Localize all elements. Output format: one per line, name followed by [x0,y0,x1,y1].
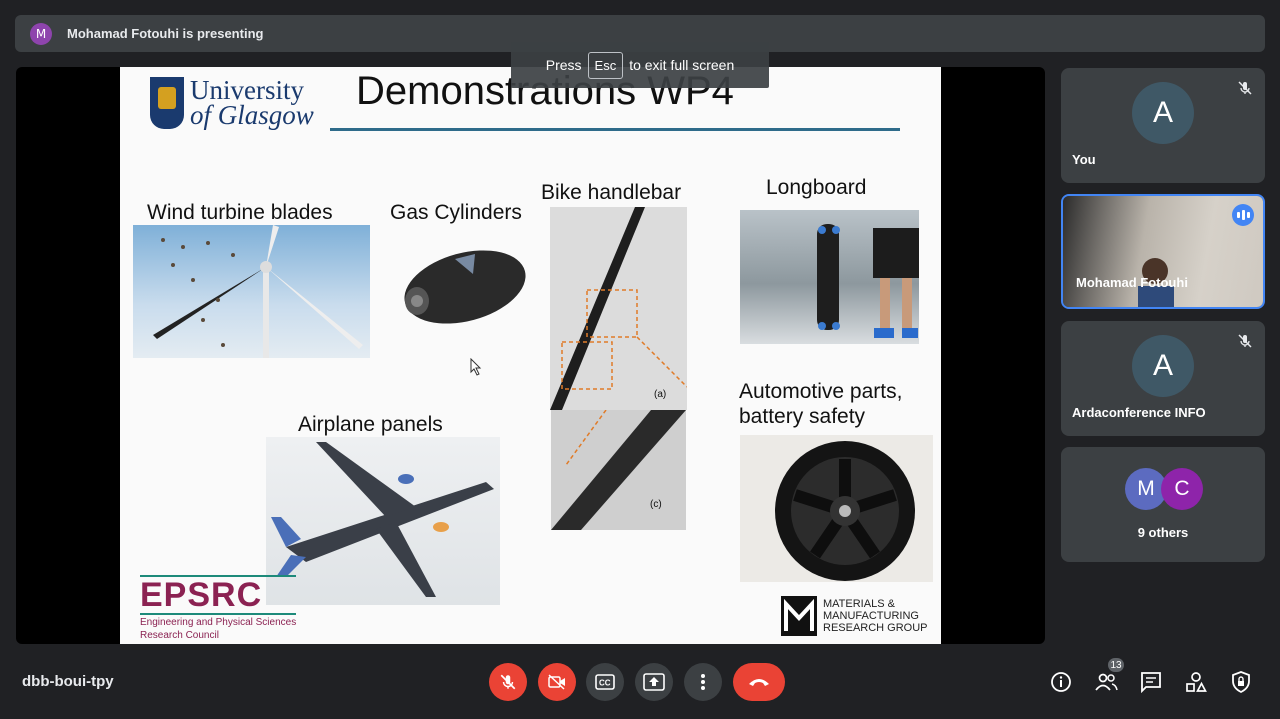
wind-turbine-icon [153,225,363,358]
bike-label: Bike handlebar [541,181,682,204]
shield-lock-icon [1232,671,1250,693]
university-line2: of Glasgow [190,100,314,130]
camera-off-icon [548,674,565,690]
leave-call-button[interactable] [733,663,785,701]
present-screen-button[interactable] [635,663,673,701]
participant-name: You [1072,152,1096,167]
epsrc-line2: Research Council [140,630,219,641]
presentation-stage[interactable]: University of Glasgow Demonstrations WP4… [16,67,1045,644]
others-count: 9 others [1137,525,1189,540]
speaking-indicator-icon [1232,204,1254,226]
mmrg-line3: RESEARCH GROUP [823,622,928,634]
mmrg-mark-icon [781,596,817,636]
automotive-label-line1: Automotive parts, [739,380,903,403]
participant-name: Ardaconference INFO [1072,405,1206,420]
participant-avatar: A [1132,82,1194,144]
mmrg-logo: MATERIALS & MANUFACTURING RESEARCH GROUP [781,596,928,636]
host-controls-button[interactable] [1229,670,1253,694]
mouse-cursor-icon [470,358,482,376]
gas-cylinder-icon [404,250,526,324]
epsrc-line1: Engineering and Physical Sciences [140,617,297,628]
slide: University of Glasgow Demonstrations WP4… [120,67,941,644]
mic-off-icon [1238,334,1252,348]
participant-name: Mohamad Fotouhi [1076,275,1188,290]
gas-cylinder-image [395,239,530,334]
longboard-image [740,210,919,344]
airplane-image [266,437,500,605]
people-icon [1095,673,1118,691]
mmrg-line1: MATERIALS & [823,598,895,610]
others-avatar-c: C [1161,468,1203,510]
airplane-icon [271,442,494,597]
captions-button[interactable]: CC [586,663,624,701]
activities-icon [1186,672,1207,692]
epsrc-wordmark: EPSRC [140,575,297,615]
wind-label: Wind turbine blades [147,201,333,224]
hint-rest: to exit full screen [629,57,735,73]
more-vertical-icon [701,674,705,690]
wind-turbine-image [133,225,370,358]
airplane-label: Airplane panels [298,413,443,436]
svg-text:CC: CC [599,679,611,688]
bike-handlebar-icon: (a) [550,207,687,410]
bike-handlebar-detail-icon: (c) [551,410,686,530]
hint-press: Press [545,57,582,73]
mic-off-icon [500,674,516,690]
university-wordmark: University of Glasgow [190,77,314,130]
meeting-code: dbb-boui-tpy [22,673,114,690]
wheel-image [740,435,933,582]
hang-up-icon [749,679,769,686]
mic-off-icon [1238,81,1252,95]
presenter-avatar: M [30,22,52,45]
automotive-label: Automotive parts, battery safety [739,379,902,429]
bike-handlebar-image-a: (a) [550,207,687,410]
more-options-button[interactable] [684,663,722,701]
gas-label: Gas Cylinders [390,201,522,224]
bike-handlebar-image-c: (c) [551,410,686,530]
participant-tile-ardaconference[interactable]: A Ardaconference INFO [1061,321,1265,436]
info-icon [1051,672,1071,692]
esc-key: Esc [587,51,624,79]
wheel-icon [775,441,915,581]
longboard-label: Longboard [766,176,867,199]
captions-icon: CC [595,674,615,690]
epsrc-logo: EPSRC Engineering and Physical Sciences … [140,575,297,641]
longboard-icon [817,224,919,338]
present-screen-icon [643,673,665,691]
presenting-text: Mohamad Fotouhi is presenting [67,26,264,41]
activities-button[interactable] [1184,670,1208,694]
participant-tile-you[interactable]: A You [1061,68,1265,183]
chat-button[interactable] [1139,670,1163,694]
camera-toggle-button[interactable] [538,663,576,701]
meeting-info-button[interactable] [1049,670,1073,694]
participant-tile-others[interactable]: M C 9 others [1061,447,1265,562]
mmrg-line2: MANUFACTURING [823,610,919,622]
participant-avatar: A [1132,335,1194,397]
university-logo: University of Glasgow [150,77,314,129]
glasgow-crest-icon [150,77,184,129]
mic-toggle-button[interactable] [489,663,527,701]
bike-marker-c: (c) [650,499,662,510]
participants-count-badge: 13 [1106,656,1126,674]
bike-marker-a: (a) [654,389,666,400]
automotive-label-line2: battery safety [739,405,866,428]
fullscreen-hint: Press Esc to exit full screen [511,42,769,88]
participant-tile-presenter[interactable]: Mohamad Fotouhi [1061,194,1265,309]
title-rule [330,128,900,131]
chat-icon [1141,672,1161,693]
bottom-bar: dbb-boui-tpy CC 13 [0,648,1280,719]
